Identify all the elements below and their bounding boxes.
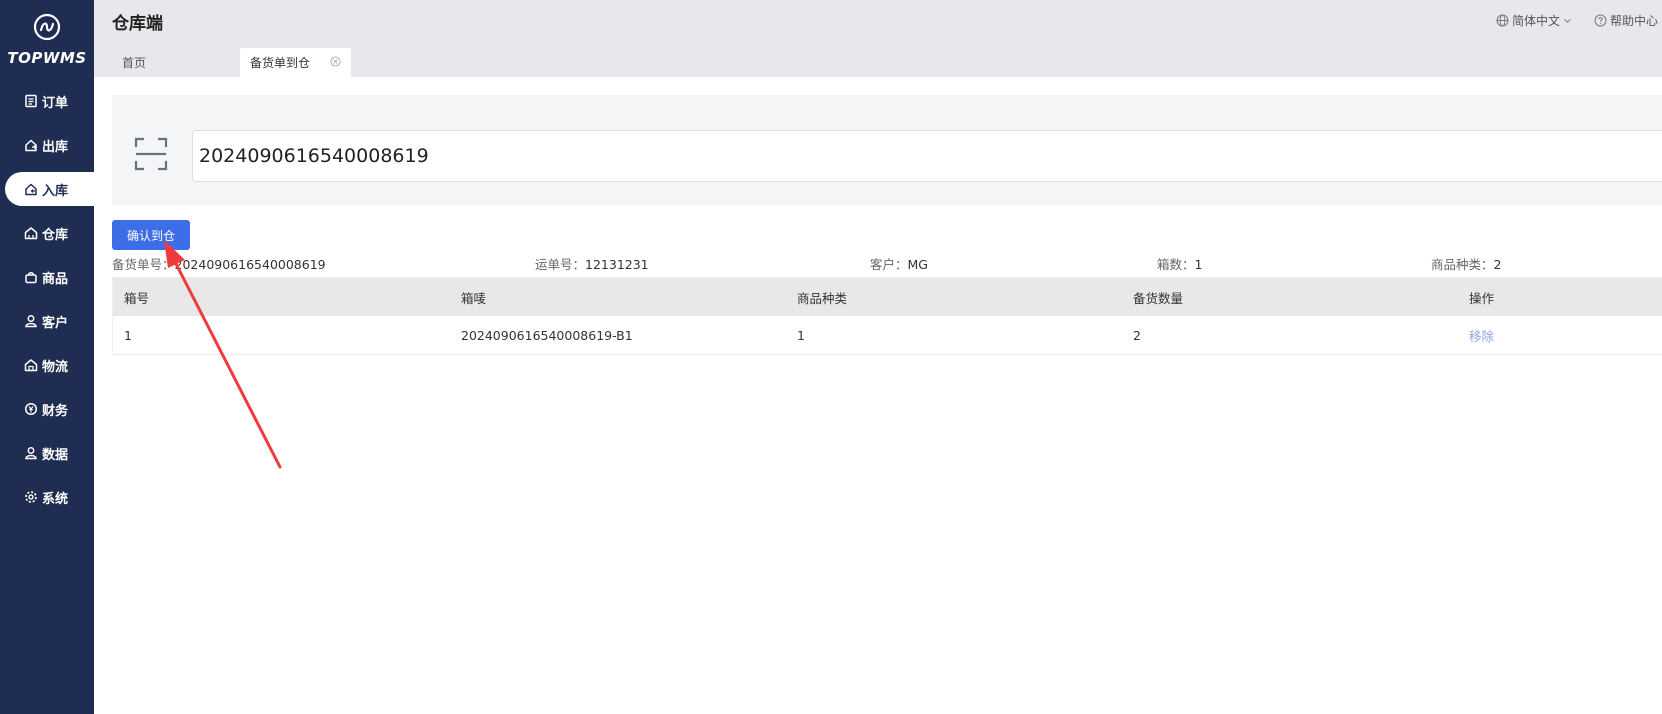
- remove-link[interactable]: 移除: [1469, 326, 1494, 345]
- confirm-arrival-button[interactable]: 确认到仓: [112, 220, 190, 250]
- sidebar-item-label: 客户: [42, 315, 69, 331]
- cell-box-no: 1: [124, 327, 132, 343]
- info-boxes: 箱数：1: [1157, 254, 1202, 273]
- inbound-icon: [25, 183, 37, 196]
- top-header: 仓库端 简体中文 帮助中心: [94, 0, 1662, 40]
- order-info: 备货单号：2024090616540008619 运单号：12131231 客户…: [112, 252, 1662, 272]
- sidebar-item-label: 商品: [42, 271, 69, 287]
- column-header: 备货数量: [1133, 290, 1184, 306]
- header-actions: 简体中文 帮助中心: [1496, 12, 1658, 29]
- sidebar-item-logistics[interactable]: 物流: [0, 348, 94, 382]
- logo-text: TOPWMS: [7, 49, 87, 67]
- sidebar-item-label: 入库: [42, 183, 69, 199]
- info-label: 箱数：: [1157, 257, 1195, 272]
- cell-quantity: 2: [1133, 327, 1141, 343]
- help-center-link[interactable]: 帮助中心: [1594, 12, 1658, 29]
- sidebar-item-warehouse[interactable]: 仓库: [0, 216, 94, 250]
- logo: TOPWMS: [0, 12, 94, 67]
- chevron-down-icon: [1564, 18, 1571, 23]
- info-label: 运单号：: [535, 257, 586, 272]
- cell-box-mark: 2024090616540008619-B1: [461, 327, 633, 343]
- info-value: 2024090616540008619: [174, 257, 326, 272]
- sidebar-item-inbound[interactable]: 入库: [5, 172, 94, 206]
- info-sku-types: 商品种类：2: [1431, 254, 1501, 273]
- tab-bar: 首页 备货单到仓: [94, 40, 1662, 77]
- column-header: 商品种类: [797, 290, 848, 306]
- help-icon: [1594, 14, 1607, 27]
- sidebar-item-label: 系统: [42, 491, 69, 507]
- sidebar-item-label: 物流: [42, 359, 69, 375]
- sidebar-item-label: 仓库: [42, 227, 69, 243]
- customer-icon: [25, 315, 37, 328]
- scan-input[interactable]: 2024090616540008619: [192, 130, 1662, 182]
- sidebar-item-label: 订单: [42, 95, 69, 111]
- table-header: 箱号 箱唛 商品种类 备货数量 操作: [113, 278, 1662, 316]
- box-table: 箱号 箱唛 商品种类 备货数量 操作 1 2024090616540008619…: [112, 277, 1662, 355]
- app-title: 仓库端: [112, 14, 163, 34]
- info-label: 备货单号：: [112, 257, 175, 272]
- tab-stock-arrival[interactable]: 备货单到仓: [240, 48, 351, 77]
- finance-icon: [24, 402, 38, 416]
- sidebar-item-label: 数据: [42, 447, 69, 463]
- column-header: 箱号: [124, 290, 150, 306]
- logistics-icon: [24, 359, 38, 372]
- sidebar-item-product[interactable]: 商品: [0, 260, 94, 294]
- table-row: 1 2024090616540008619-B1 1 2 移除: [113, 316, 1662, 354]
- data-icon: [25, 447, 37, 460]
- info-customer: 客户：MG: [870, 254, 928, 273]
- warehouse-icon: [24, 227, 38, 240]
- sidebar-item-order[interactable]: 订单: [0, 84, 94, 118]
- tab-label: 备货单到仓: [250, 56, 311, 70]
- help-label: 帮助中心: [1609, 14, 1658, 28]
- language-switcher[interactable]: 简体中文: [1496, 12, 1572, 29]
- sidebar-item-customer[interactable]: 客户: [0, 304, 94, 338]
- outbound-icon: [25, 139, 37, 152]
- close-icon[interactable]: [330, 56, 341, 67]
- sidebar: TOPWMS 订单 出库 入库 仓库 商品 客户 物流 财务 数据 系统: [0, 0, 94, 714]
- info-value: 1: [1194, 257, 1203, 272]
- sidebar-item-finance[interactable]: 财务: [0, 392, 94, 426]
- sidebar-item-outbound[interactable]: 出库: [0, 128, 94, 162]
- scan-icon[interactable]: [134, 137, 168, 171]
- column-header: 箱唛: [461, 290, 487, 306]
- logo-icon: [33, 13, 61, 41]
- cell-sku-types: 1: [797, 327, 805, 343]
- sidebar-item-system[interactable]: 系统: [0, 480, 94, 514]
- column-header: 操作: [1469, 290, 1495, 306]
- product-icon: [25, 272, 37, 284]
- sidebar-item-data[interactable]: 数据: [0, 436, 94, 470]
- sidebar-item-label: 出库: [42, 139, 69, 155]
- scan-panel: 2024090616540008619: [112, 95, 1662, 205]
- info-label: 客户：: [870, 257, 908, 272]
- system-icon: [25, 491, 37, 503]
- info-value: 2: [1493, 257, 1502, 272]
- info-waybill: 运单号：12131231: [535, 254, 649, 273]
- globe-icon: [1496, 14, 1509, 27]
- main-content: 2024090616540008619 确认到仓 备货单号：2024090616…: [94, 77, 1662, 714]
- order-icon: [25, 94, 37, 108]
- info-value: 12131231: [585, 257, 649, 272]
- info-value: MG: [907, 257, 928, 272]
- tab-home[interactable]: 首页: [122, 48, 146, 77]
- sidebar-nav: 订单 出库 入库 仓库 商品 客户 物流 财务 数据 系统: [0, 84, 94, 524]
- info-label: 商品种类：: [1431, 257, 1494, 272]
- language-label: 简体中文: [1511, 14, 1560, 28]
- info-order-no: 备货单号：2024090616540008619: [112, 254, 326, 273]
- sidebar-item-label: 财务: [42, 403, 69, 419]
